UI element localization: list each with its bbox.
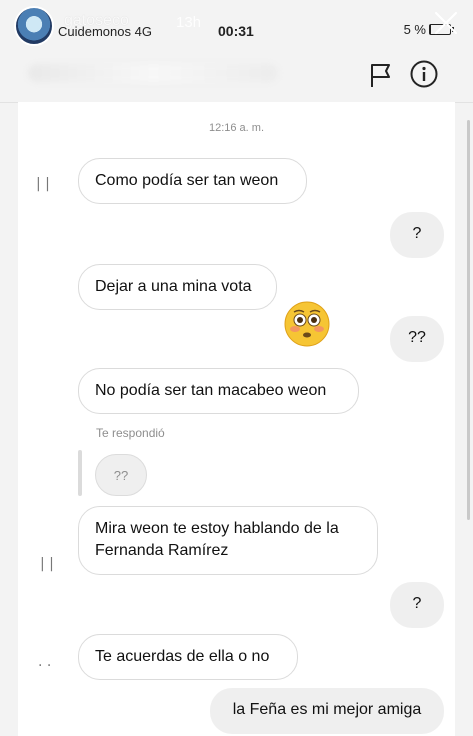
avatar[interactable] — [14, 6, 54, 46]
message-received[interactable]: Como podía ser tan weon — [78, 158, 307, 204]
scribble-mark: · · — [38, 658, 52, 674]
info-icon[interactable] — [409, 59, 439, 89]
flag-icon[interactable] — [369, 62, 393, 88]
message-received[interactable]: No podía ser tan macabeo weon — [78, 368, 359, 414]
blurred-contact-name — [28, 64, 278, 82]
message-timestamp: 12:16 a. m. — [208, 122, 265, 134]
message-sent[interactable]: ? — [390, 212, 444, 258]
story-age: 13h — [176, 14, 202, 31]
scribble-mark: | | — [40, 556, 54, 572]
message-line: Fernanda Ramírez — [95, 542, 229, 559]
message-received-multiline[interactable]: Mira weon te estoy hablando de la Fernan… — [78, 506, 378, 575]
message-received[interactable]: Te acuerdas de ella o no — [78, 634, 298, 680]
message-received[interactable]: Dejar a una mina vota — [78, 264, 277, 310]
message-sent[interactable]: ? — [390, 582, 444, 628]
flushed-face-emoji — [284, 301, 330, 347]
reply-preview[interactable]: ?? — [95, 454, 147, 496]
chat-header — [0, 48, 473, 103]
scrollbar[interactable] — [467, 120, 470, 520]
message-line: Mira weon te estoy hablando de la — [95, 520, 339, 537]
message-sent[interactable]: ?? — [390, 316, 444, 362]
reply-label: Te respondió — [96, 426, 165, 440]
story-username[interactable]: gatoseco — [64, 12, 129, 30]
reply-quote-bar — [78, 450, 82, 496]
story-header: gatoseco 13h — [0, 0, 473, 50]
scribble-mark: | | — [36, 176, 50, 192]
close-icon[interactable] — [433, 10, 459, 36]
message-sent[interactable]: la Feña es mi mejor amiga — [210, 688, 444, 734]
